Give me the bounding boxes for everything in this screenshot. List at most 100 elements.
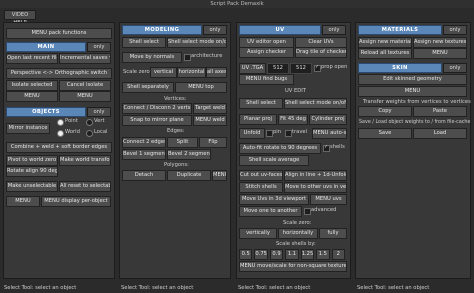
objects-section-header[interactable]: OBJECTS — [6, 107, 86, 117]
target-weld-button[interactable]: Target weld — [193, 103, 227, 114]
pin-checkbox[interactable] — [266, 130, 273, 137]
skin-only-button[interactable]: only — [443, 63, 467, 73]
architecture-checkbox[interactable] — [184, 54, 191, 61]
move-one-to-another-button[interactable]: Move one to another — [239, 206, 302, 217]
vert-radio[interactable] — [86, 119, 93, 126]
cylinder-proj-button[interactable]: Cylinder proj — [309, 114, 347, 125]
video-help-button[interactable]: VIDEO HELP — [4, 10, 36, 26]
modeling-only-button[interactable]: only — [203, 25, 227, 35]
resolution-height-field[interactable]: 512 — [290, 63, 312, 74]
reset-selectable-button[interactable]: All reset to selectable — [59, 181, 111, 192]
scale-zero-vertical-button[interactable]: vertical — [150, 67, 177, 78]
scale-shells-button[interactable]: 1.1 — [285, 249, 299, 260]
planar-proj-button[interactable]: Planar proj — [239, 114, 277, 125]
resolution-width-field[interactable]: 512 — [267, 63, 289, 74]
unfold-button[interactable]: Unfold — [239, 128, 265, 139]
menu-find-bugs-button[interactable]: MENU find bugs — [239, 74, 294, 85]
menu-weld-button[interactable]: MENU weld — [193, 115, 227, 126]
uv-shell-select-button[interactable]: Shell select — [239, 98, 283, 109]
uv-only-button[interactable]: only — [322, 25, 346, 35]
move-to-other-uvs-button[interactable]: Move to other uvs in verts — [284, 182, 347, 193]
menu-uvs-button[interactable]: MENU uvs — [310, 194, 347, 205]
load-weights-button[interactable]: Load — [413, 128, 467, 139]
shell-scale-average-button[interactable]: Shell scale average — [239, 155, 309, 166]
assign-new-material-button[interactable]: Assign new material — [358, 37, 412, 48]
cut-out-uv-faces-button[interactable]: Cut out uv-faces — [239, 170, 283, 181]
rotate-align-90-button[interactable]: Rotate align 90 deg — [6, 166, 58, 177]
scale-zero-horizontal-button[interactable]: horizontal — [177, 67, 206, 78]
open-last-recent-button[interactable]: Open last recent file — [6, 53, 58, 64]
shell-separately-button[interactable]: Shell separately — [122, 82, 174, 93]
auto-fit-rotate-button[interactable]: Auto-fit rotate to 90 degrees — [239, 143, 321, 154]
cancel-isolate-button[interactable]: Cancel isolate — [59, 80, 111, 91]
skin-menu-button[interactable]: MENU — [358, 86, 467, 97]
drag-tile-checker-button[interactable]: Drag tile of checker — [295, 47, 347, 58]
make-unselectable-button[interactable]: Make unselectable — [6, 181, 58, 192]
menu-pack-functions-button[interactable]: MENU pack functions — [6, 28, 112, 39]
local-radio[interactable] — [86, 130, 93, 137]
modeling-section-header[interactable]: MODELING — [122, 25, 202, 35]
objects-only-button[interactable]: only — [87, 107, 111, 117]
assign-new-textures-button[interactable]: Assign new textures — [413, 37, 467, 48]
advanced-checkbox[interactable] — [304, 208, 311, 215]
paste-weights-button[interactable]: Paste — [413, 106, 467, 117]
menu-top-button[interactable]: MENU top — [175, 82, 227, 93]
persp-ortho-switch-button[interactable]: Perspective <-> Orthographic switch — [6, 68, 112, 79]
world-radio[interactable] — [57, 130, 64, 137]
menu-display-per-object-button[interactable]: MENU display per-object — [41, 196, 111, 207]
main-only-button[interactable]: only — [87, 42, 111, 52]
save-weights-button[interactable]: Save — [358, 128, 412, 139]
shells-checkbox[interactable] — [323, 144, 330, 152]
main-menu-button-1[interactable]: MENU — [6, 91, 58, 102]
scale-shells-button[interactable]: 1.5 — [316, 249, 330, 260]
scale-zero-all-axes-button[interactable]: all axes — [206, 67, 227, 78]
snap-mirror-plane-button[interactable]: Snap to mirror plane — [122, 115, 192, 126]
main-menu-button-2[interactable]: MENU — [59, 91, 111, 102]
align-in-line-button[interactable]: Align in line + 1d-Unfold — [284, 170, 347, 181]
isolate-selected-button[interactable]: Isolate selected — [6, 80, 58, 91]
incremental-saves-button[interactable]: Incremental saves view — [59, 53, 111, 64]
travel-checkbox[interactable] — [285, 130, 292, 137]
split-button[interactable]: Split — [167, 137, 198, 148]
edit-skinned-geometry-button[interactable]: Edit skinned geometry — [358, 74, 467, 85]
mirror-instance-button[interactable]: Mirror instance — [6, 123, 50, 134]
bevel-2-segment-button[interactable]: Bevel 2 segment — [167, 149, 211, 160]
pivot-world-zero-button[interactable]: Pivot to world zero — [6, 155, 58, 166]
objects-menu-button[interactable]: MENU — [6, 196, 40, 207]
uv-horizontally-button[interactable]: horizontally — [278, 228, 318, 239]
detach-button[interactable]: Detach — [122, 170, 166, 181]
bevel-1-segment-button[interactable]: Bevel 1 segment — [122, 149, 166, 160]
scale-shells-button[interactable]: 2 — [331, 249, 345, 260]
uv-vertically-button[interactable]: vertically — [239, 228, 277, 239]
uv-tga-button[interactable]: UV .TGA — [239, 63, 266, 74]
scale-shells-button[interactable]: 0.9 — [269, 249, 284, 260]
materials-menu-button[interactable]: MENU — [413, 48, 467, 59]
uv-shell-select-mode-button[interactable]: Shell select mode on/off — [284, 98, 347, 109]
scale-shells-button[interactable]: 0.75 — [254, 249, 268, 260]
menu-move-scale-non-square-button[interactable]: MENU move/scale for non-square textures — [239, 261, 347, 272]
uv-section-header[interactable]: UV — [239, 25, 321, 35]
shell-select-mode-button[interactable]: Shell select mode on/off — [167, 37, 227, 48]
polygons-menu-button[interactable]: MENU — [212, 170, 227, 181]
scale-shells-button[interactable]: 0.5 — [239, 249, 253, 260]
menu-auto-seams-button[interactable]: MENU auto-s — [312, 128, 347, 139]
shell-select-button[interactable]: Shell select — [122, 37, 166, 48]
uv-fully-button[interactable]: fully — [319, 228, 347, 239]
skin-section-header[interactable]: SKIN — [358, 63, 442, 73]
connect-disconnect-verts-button[interactable]: Connect / Disconn 2 verts — [122, 103, 192, 114]
duplicate-button[interactable]: Duplicate — [167, 170, 211, 181]
assign-checker-button[interactable]: Assign checker — [239, 47, 294, 58]
make-world-transform-button[interactable]: Make world transform — [59, 155, 111, 166]
move-uvs-3d-viewport-button[interactable]: Move Uvs in 3d viewport — [239, 194, 309, 205]
scale-shells-button[interactable]: 1.25 — [300, 249, 315, 260]
point-radio[interactable] — [57, 119, 64, 126]
materials-only-button[interactable]: only — [443, 25, 467, 35]
main-section-header[interactable]: MAIN — [6, 42, 86, 52]
copy-weights-button[interactable]: Copy — [358, 106, 412, 117]
fit-45-deg-button[interactable]: Fit 45 deg — [278, 114, 308, 125]
materials-section-header[interactable]: MATERIALS — [358, 25, 442, 35]
stitch-shells-button[interactable]: Stitch shells — [239, 182, 283, 193]
move-by-normals-button[interactable]: Move by normals — [122, 52, 182, 63]
connect-2-edges-button[interactable]: Connect 2 edges — [122, 137, 166, 148]
prop-open-checkbox[interactable] — [314, 64, 321, 72]
